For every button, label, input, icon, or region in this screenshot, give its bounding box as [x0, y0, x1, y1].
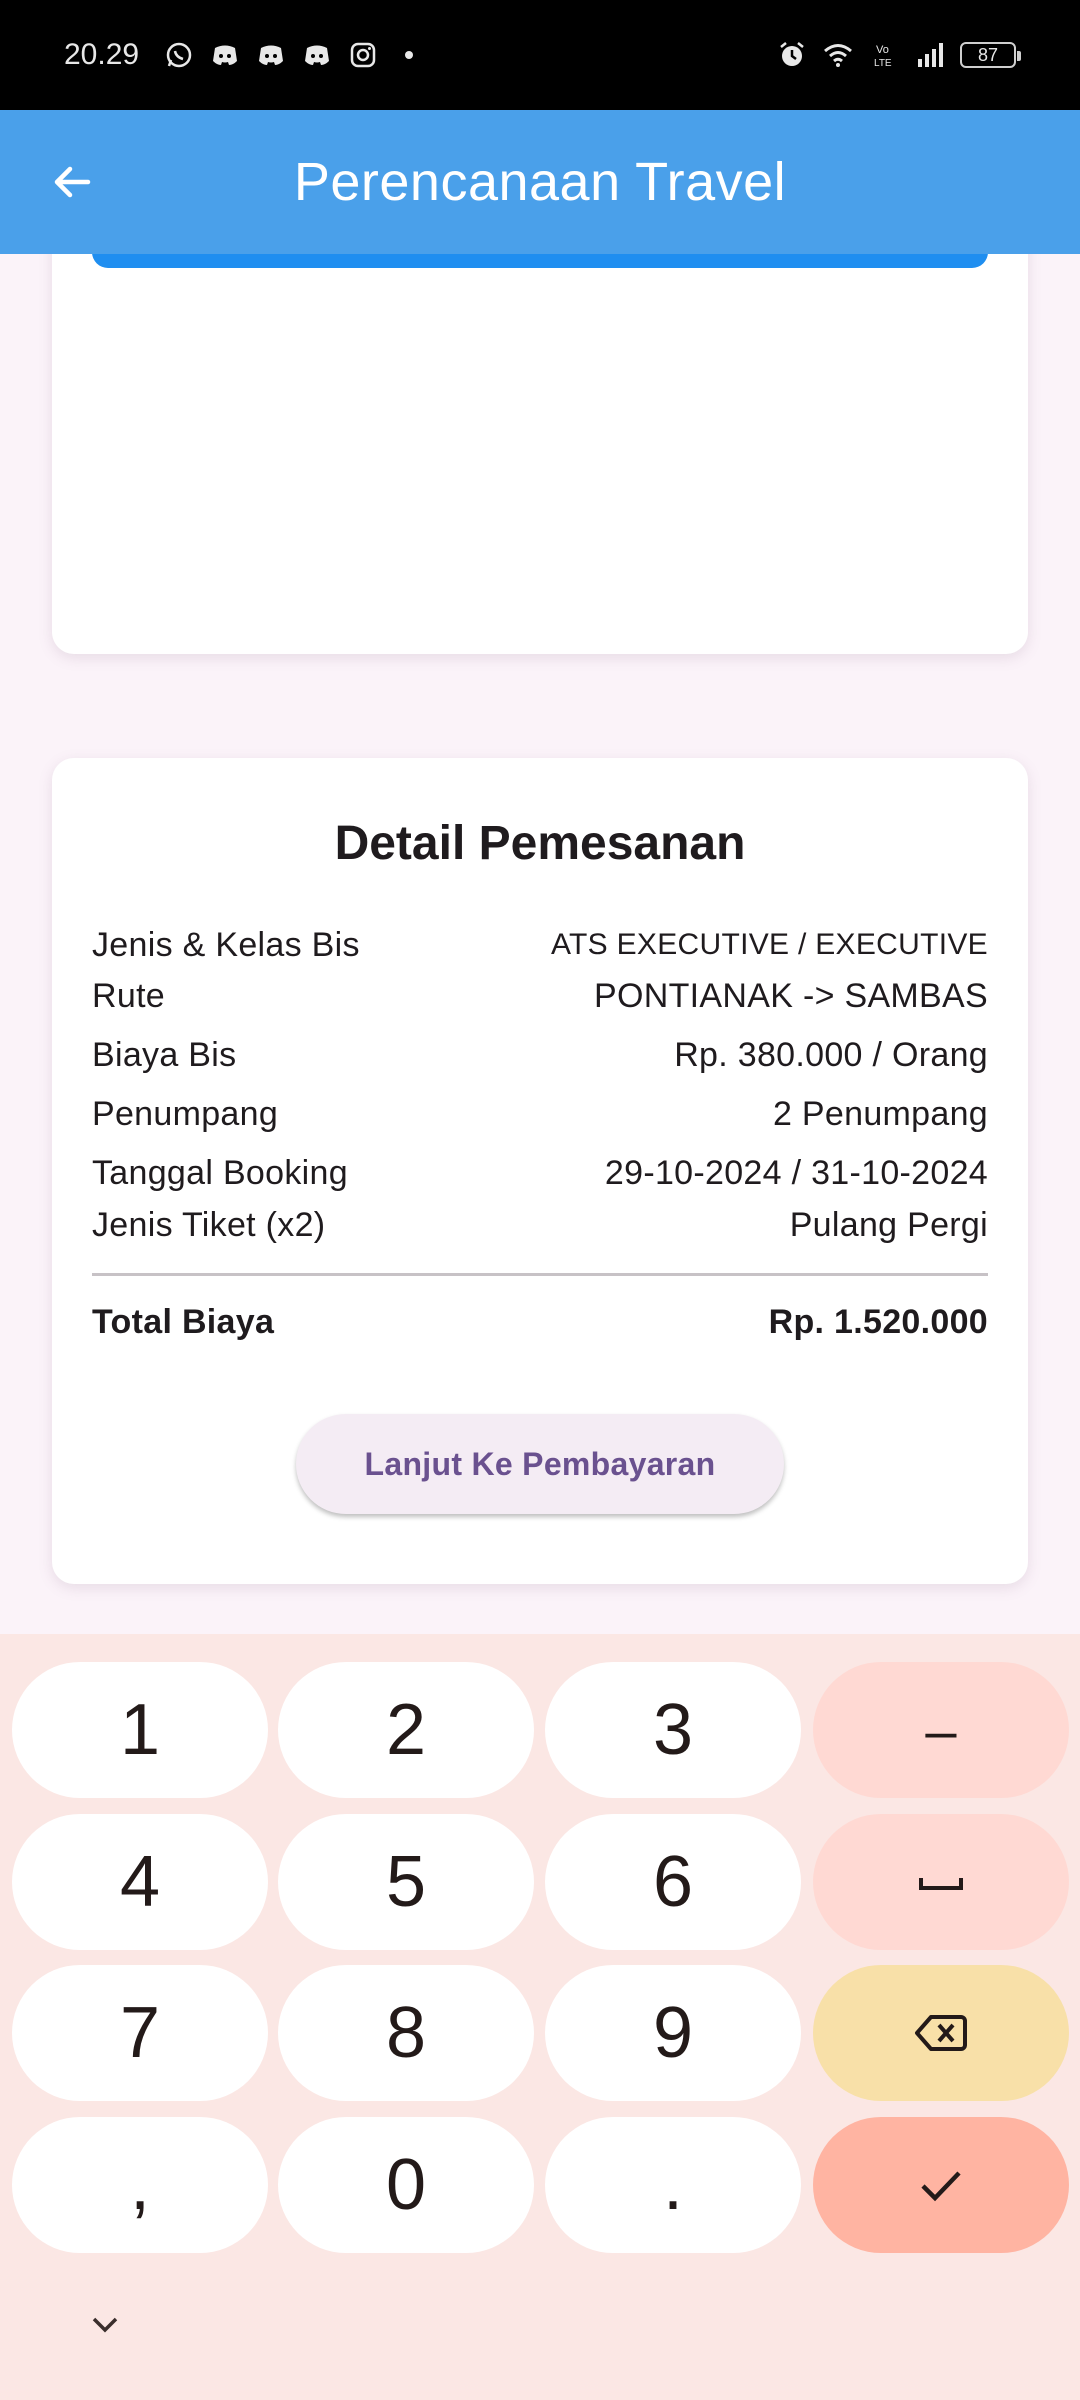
keyboard-collapse-button[interactable]	[80, 2300, 130, 2350]
discord-icon	[209, 39, 241, 71]
status-bar: 20.29 Vo LTE 87	[0, 0, 1080, 110]
key-0[interactable]: 0	[278, 2117, 534, 2253]
key-1[interactable]: 1	[12, 1662, 268, 1798]
back-button[interactable]	[0, 110, 144, 254]
key-8[interactable]: 8	[278, 1965, 534, 2101]
signal-icon	[914, 39, 946, 71]
chevron-down-icon	[92, 2317, 118, 2333]
instagram-icon	[347, 39, 379, 71]
key-9[interactable]: 9	[545, 1965, 801, 2101]
key-3[interactable]: 3	[545, 1662, 801, 1798]
key-4[interactable]: 4	[12, 1814, 268, 1950]
row-value: ATS EXECUTIVE / EXECUTIVE	[550, 928, 988, 961]
check-icon	[921, 2171, 961, 2202]
key-2[interactable]: 2	[278, 1662, 534, 1798]
notification-icons	[163, 39, 425, 71]
numeric-keyboard: 1 2 3 – 4 5 6 7 8 9 , 0 .	[0, 1634, 1080, 2400]
row-value: 2 Penumpang	[772, 1095, 988, 1133]
page-title: Perencanaan Travel	[293, 152, 787, 212]
key-7[interactable]: 7	[12, 1965, 268, 2101]
key-comma[interactable]: ,	[12, 2117, 268, 2253]
discord-icon	[301, 39, 333, 71]
key-minus[interactable]: –	[813, 1662, 1069, 1798]
key-period[interactable]: .	[545, 2117, 801, 2253]
app-bar: Perencanaan Travel	[0, 110, 1080, 254]
svg-text:Vo: Vo	[876, 44, 889, 56]
detail-row-booking-date: Tanggal Booking 29-10-2024 / 31-10-2024	[92, 1144, 988, 1203]
key-done[interactable]	[813, 2117, 1069, 2253]
svg-text:LTE: LTE	[874, 58, 892, 69]
detail-title: Detail Pemesanan	[334, 817, 746, 870]
booking-detail-card: Detail Pemesanan Jenis & Kelas Bis ATS E…	[52, 758, 1028, 1584]
total-label: Total Biaya	[92, 1302, 275, 1341]
row-label: Jenis & Kelas Bis	[92, 925, 360, 964]
row-label: Rute	[92, 977, 166, 1015]
backspace-icon	[915, 2015, 967, 2051]
whatsapp-icon	[163, 39, 195, 71]
key-5[interactable]: 5	[278, 1814, 534, 1950]
row-value: Rp. 380.000 / Orang	[674, 1036, 988, 1074]
row-label: Jenis Tiket (x2)	[92, 1205, 326, 1244]
space-icon	[919, 1878, 963, 1890]
continue-payment-button[interactable]: Lanjut Ke Pembayaran	[296, 1414, 784, 1514]
detail-row-bus-class: Jenis & Kelas Bis ATS EXECUTIVE / EXECUT…	[92, 923, 988, 967]
system-icons: Vo LTE 87	[776, 39, 1021, 71]
dot-icon	[393, 39, 425, 71]
key-backspace[interactable]	[813, 1965, 1069, 2101]
row-label: Penumpang	[92, 1095, 279, 1133]
volte-icon: Vo LTE	[868, 39, 900, 71]
discord-icon	[255, 39, 287, 71]
primary-button-edge[interactable]	[92, 254, 988, 268]
total-row: Total Biaya Rp. 1.520.000	[92, 1302, 988, 1342]
battery-icon: 87	[960, 42, 1021, 68]
row-value: 29-10-2024 / 31-10-2024	[604, 1154, 988, 1192]
row-value: Pulang Pergi	[789, 1205, 988, 1244]
key-space[interactable]	[813, 1814, 1069, 1950]
scroll-content[interactable]: Detail Pemesanan Jenis & Kelas Bis ATS E…	[0, 254, 1080, 1634]
key-6[interactable]: 6	[545, 1814, 801, 1950]
detail-row-bus-fare: Biaya Bis Rp. 380.000 / Orang	[92, 1026, 988, 1085]
alarm-icon	[776, 39, 808, 71]
detail-row-route: Rute PONTIANAK -> SAMBAS	[92, 967, 988, 1026]
row-label: Biaya Bis	[92, 1036, 237, 1074]
total-value: Rp. 1.520.000	[768, 1302, 988, 1341]
travel-form-card	[52, 254, 1028, 654]
divider	[92, 1273, 988, 1276]
status-time: 20.29	[64, 38, 140, 71]
detail-row-passengers: Penumpang 2 Penumpang	[92, 1085, 988, 1144]
wifi-icon	[822, 39, 854, 71]
detail-row-ticket-type: Jenis Tiket (x2) Pulang Pergi	[92, 1203, 988, 1247]
row-value: PONTIANAK -> SAMBAS	[594, 977, 988, 1015]
arrow-left-icon	[54, 166, 91, 198]
row-label: Tanggal Booking	[92, 1154, 348, 1192]
